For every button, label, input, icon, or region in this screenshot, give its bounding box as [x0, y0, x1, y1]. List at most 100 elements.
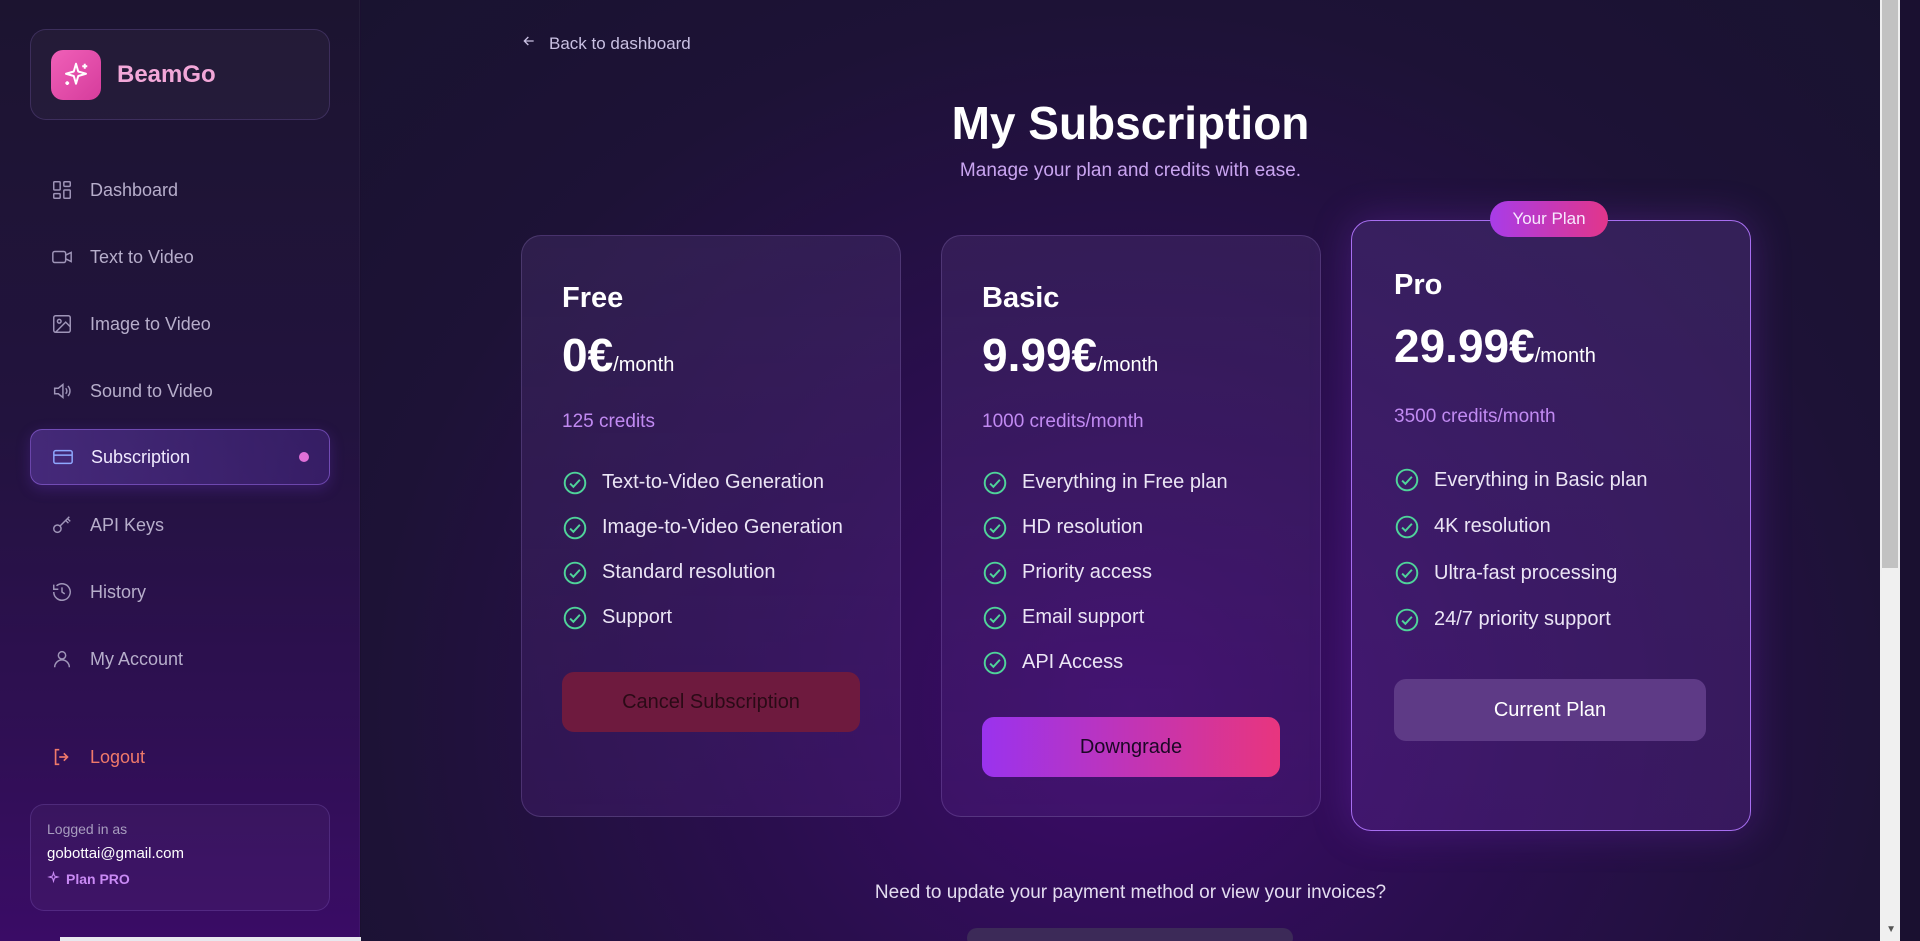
check-circle-icon	[1394, 467, 1420, 493]
feature-item: 24/7 priority support	[1394, 597, 1647, 644]
feature-label: API Access	[1022, 651, 1124, 673]
feature-list: Text-to-Video Generation Image-to-Video …	[562, 460, 843, 640]
feature-item: Everything in Basic plan	[1394, 457, 1647, 504]
plan-card-free: Free 0€/month 125 credits Text-to-Video …	[521, 235, 901, 817]
feature-item: Support	[562, 595, 843, 640]
check-circle-icon	[982, 605, 1008, 631]
feature-item: HD resolution	[982, 505, 1228, 550]
plan-credits: 125 credits	[562, 411, 655, 432]
feature-item: Everything in Free plan	[982, 460, 1228, 505]
logout-icon	[50, 745, 74, 769]
image-icon	[50, 312, 74, 336]
feature-label: 24/7 priority support	[1434, 608, 1611, 631]
sidebar-item-api-keys[interactable]: API Keys	[30, 497, 330, 553]
your-plan-badge: Your Plan	[1490, 201, 1608, 237]
logout-button[interactable]: Logout	[30, 729, 330, 785]
back-link-label: Back to dashboard	[549, 33, 691, 53]
key-icon	[50, 513, 74, 537]
feature-label: Priority access	[1022, 561, 1153, 583]
video-camera-icon	[50, 245, 74, 269]
feature-item: Standard resolution	[562, 550, 843, 595]
plan-price: 9.99€/month	[982, 328, 1158, 382]
price-period: /month	[1534, 345, 1596, 367]
user-email: gobottai@gmail.com	[47, 845, 184, 862]
plan-name: Free	[562, 282, 624, 314]
price-period: /month	[613, 354, 675, 376]
sidebar-item-dashboard[interactable]: Dashboard	[30, 162, 330, 218]
sidebar-item-label: Text to Video	[90, 246, 194, 267]
feature-item: Text-to-Video Generation	[562, 460, 843, 505]
arrow-left-icon	[521, 33, 537, 54]
plan-name: Pro	[1394, 269, 1443, 301]
history-icon	[50, 580, 74, 604]
feature-label: Everything in Free plan	[1022, 471, 1228, 493]
logout-label: Logout	[90, 746, 146, 767]
feature-item: Image-to-Video Generation	[562, 505, 843, 550]
feature-item: 4K resolution	[1394, 504, 1647, 551]
feature-label: 4K resolution	[1434, 515, 1551, 538]
sidebar-item-history[interactable]: History	[30, 564, 330, 620]
sidebar-item-subscription[interactable]: Subscription	[30, 429, 330, 485]
check-circle-icon	[982, 515, 1008, 541]
scrollbar-thumb[interactable]	[1882, 0, 1898, 568]
check-circle-icon	[982, 470, 1008, 496]
speaker-icon	[50, 379, 74, 403]
active-indicator-dot	[299, 452, 309, 462]
back-to-dashboard-link[interactable]: Back to dashboard	[521, 33, 691, 54]
brand[interactable]: BeamGo	[30, 29, 330, 120]
check-circle-icon	[562, 515, 588, 541]
price-amount: 0€	[562, 329, 614, 381]
sidebar-item-image-to-video[interactable]: Image to Video	[30, 296, 330, 352]
scroll-down-arrow-icon[interactable]: ▼	[1886, 924, 1896, 935]
check-circle-icon	[982, 650, 1008, 676]
sidebar-item-label: Image to Video	[90, 313, 211, 334]
sidebar: BeamGo Dashboard Text to Video Image to …	[0, 0, 360, 941]
plan-price: 0€/month	[562, 328, 674, 382]
plan-price: 29.99€/month	[1394, 319, 1596, 373]
cancel-subscription-button[interactable]: Cancel Subscription	[562, 672, 860, 732]
sparkles-icon	[51, 49, 101, 100]
feature-list: Everything in Free plan HD resolution Pr…	[982, 460, 1228, 685]
price-amount: 29.99€	[1394, 320, 1535, 372]
sidebar-item-my-account[interactable]: My Account	[30, 631, 330, 687]
dashboard-icon	[50, 178, 74, 202]
logged-in-label: Logged in as	[47, 821, 128, 837]
feature-item: API Access	[982, 640, 1228, 685]
feature-label: HD resolution	[1022, 516, 1144, 538]
feature-label: Everything in Basic plan	[1434, 468, 1648, 491]
downgrade-button[interactable]: Downgrade	[982, 717, 1280, 777]
feature-item: Email support	[982, 595, 1228, 640]
feature-item: Priority access	[982, 550, 1228, 595]
sidebar-item-label: Subscription	[91, 446, 191, 467]
check-circle-icon	[1394, 514, 1420, 540]
scrollbar[interactable]: ▼	[1880, 0, 1900, 941]
credit-card-icon	[51, 445, 75, 469]
current-plan-button[interactable]: Current Plan	[1394, 679, 1706, 741]
sidebar-item-label: Sound to Video	[90, 380, 213, 401]
price-amount: 9.99€	[982, 329, 1098, 381]
sidebar-item-label: History	[90, 581, 147, 602]
feature-label: Text-to-Video Generation	[602, 471, 824, 493]
check-circle-icon	[562, 605, 588, 631]
plan-card-basic: Basic 9.99€/month 1000 credits/month Eve…	[941, 235, 1321, 817]
feature-label: Ultra-fast processing	[1434, 561, 1618, 584]
page-title: My Subscription	[951, 97, 1310, 149]
manage-billing-button[interactable]	[967, 928, 1293, 941]
sidebar-item-label: API Keys	[90, 514, 165, 535]
feature-list: Everything in Basic plan 4K resolution U…	[1394, 457, 1647, 643]
check-circle-icon	[1394, 560, 1420, 586]
main-content: Back to dashboard My Subscription Manage…	[361, 0, 1900, 941]
sidebar-item-sound-to-video[interactable]: Sound to Video	[30, 363, 330, 419]
brand-name: BeamGo	[117, 60, 216, 88]
feature-label: Email support	[1022, 606, 1145, 628]
feature-item: Ultra-fast processing	[1394, 550, 1647, 597]
plan-name: Basic	[982, 282, 1060, 314]
plan-credits: 3500 credits/month	[1394, 406, 1556, 427]
sidebar-item-text-to-video[interactable]: Text to Video	[30, 229, 330, 285]
user-plan: Plan PRO	[47, 870, 313, 887]
plan-card-pro: Pro 29.99€/month 3500 credits/month Ever…	[1351, 220, 1751, 831]
check-circle-icon	[562, 470, 588, 496]
check-circle-icon	[562, 560, 588, 586]
payment-help-text: Need to update your payment method or vi…	[874, 882, 1387, 903]
feature-label: Support	[602, 606, 673, 628]
